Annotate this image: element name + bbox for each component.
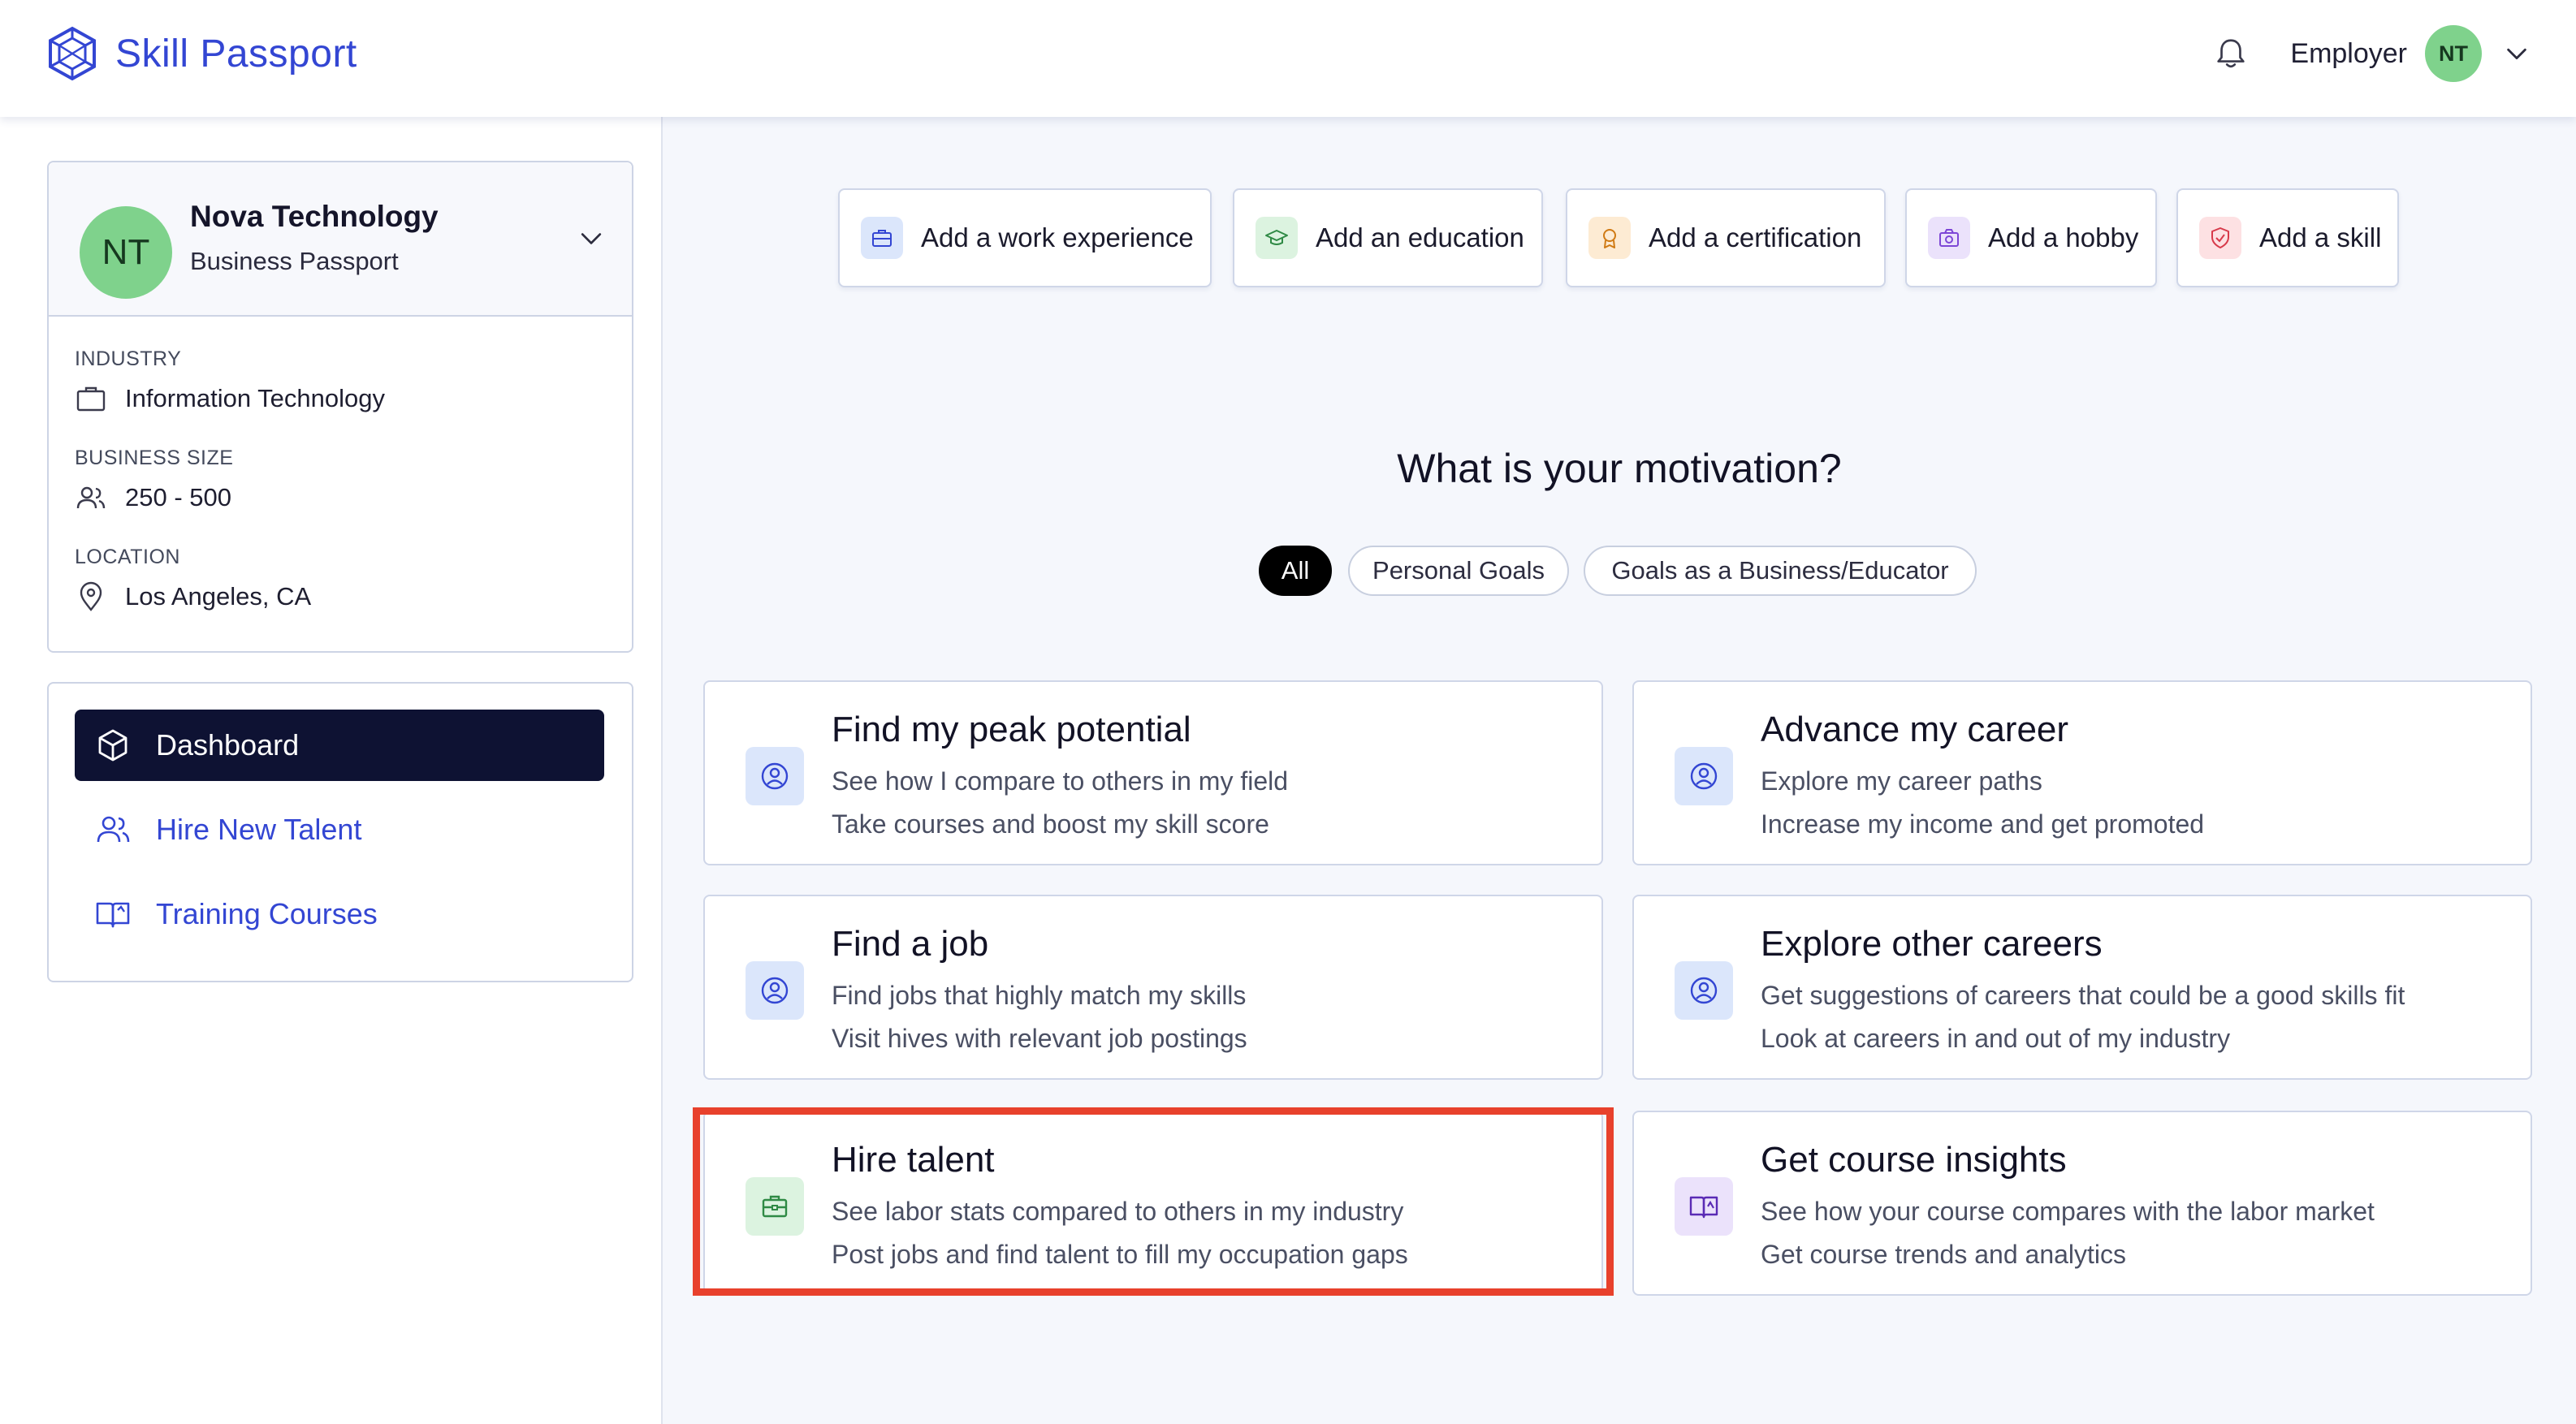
goal-description: Get course trends and analytics: [1761, 1240, 2127, 1269]
goal-card-hire-talent[interactable]: Hire talent See labor stats compared to …: [703, 1111, 1603, 1296]
goal-title: Advance my career: [1761, 710, 2069, 749]
quick-action-label: Add a certification: [1649, 222, 1862, 252]
goal-description: Explore my career paths: [1761, 766, 2042, 796]
sidebar-item-label: Training Courses: [156, 897, 378, 930]
sidebar-item-dashboard[interactable]: Dashboard: [75, 710, 604, 781]
filter-personal-goals[interactable]: Personal Goals: [1348, 546, 1569, 596]
business-profile-card: NT Nova Technology Business Passport IND…: [47, 161, 633, 653]
users-icon: [76, 486, 106, 509]
sidebar-item-hire-new-talent[interactable]: Hire New Talent: [75, 794, 604, 865]
goal-description: Increase my income and get promoted: [1761, 809, 2205, 839]
user-circle-icon: [746, 747, 804, 805]
sidebar-item-label: Dashboard: [156, 728, 300, 762]
business-size-label: BUSINESS SIZE: [75, 447, 234, 469]
business-size-block: BUSINESS SIZE 250 - 500: [75, 447, 233, 514]
goal-description: See how I compare to others in my field: [832, 766, 1289, 796]
goal-description: See labor stats compared to others in my…: [832, 1197, 1404, 1226]
passport-type: Business Passport: [190, 247, 399, 275]
goal-description: Visit hives with relevant job postings: [832, 1024, 1247, 1053]
book-open-icon: [1675, 1177, 1733, 1236]
chevron-down-icon[interactable]: [2503, 40, 2531, 67]
company-avatar: NT: [80, 206, 172, 299]
profile-header[interactable]: NT Nova Technology Business Passport: [49, 162, 632, 317]
business-size-value: 250 - 500: [125, 483, 231, 511]
goal-card-find-peak-potential[interactable]: Find my peak potential See how I compare…: [703, 680, 1603, 865]
industry-block: INDUSTRY Information Technology: [75, 347, 385, 415]
goal-description: Take courses and boost my skill score: [832, 809, 1269, 839]
goal-title: Get course insights: [1761, 1140, 2067, 1180]
quick-action-label: Add a work experience: [921, 222, 1194, 252]
add-certification-button[interactable]: Add a certification: [1566, 188, 1886, 287]
brand-name: Skill Passport: [115, 32, 357, 76]
briefcase-icon: [746, 1177, 804, 1236]
user-circle-icon: [1675, 747, 1733, 805]
add-education-button[interactable]: Add an education: [1233, 188, 1543, 287]
left-sidebar: NT Nova Technology Business Passport IND…: [0, 117, 663, 1424]
goal-description: Get suggestions of careers that could be…: [1761, 981, 2405, 1010]
location-value: Los Angeles, CA: [125, 582, 312, 611]
goal-description: Post jobs and find talent to fill my occ…: [832, 1240, 1408, 1269]
chevron-down-icon[interactable]: [575, 222, 607, 255]
cube-icon: [98, 729, 128, 762]
goal-title: Explore other careers: [1761, 924, 2103, 964]
notification-bell-icon[interactable]: [2212, 35, 2250, 72]
goal-card-find-job[interactable]: Find a job Find jobs that highly match m…: [703, 895, 1603, 1080]
quick-action-label: Add a hobby: [1988, 222, 2139, 252]
book-open-icon: [96, 902, 130, 928]
award-icon: [1588, 217, 1631, 259]
location-label: LOCATION: [75, 546, 180, 568]
goal-description: See how your course compares with the la…: [1761, 1197, 2375, 1226]
filter-all[interactable]: All: [1259, 546, 1332, 596]
goal-title: Find a job: [832, 924, 989, 964]
users-icon: [97, 816, 130, 843]
top-bar: Skill Passport Employer NT: [0, 0, 2576, 117]
brand-logo[interactable]: Skill Passport: [44, 23, 357, 84]
map-pin-icon: [80, 581, 102, 611]
industry-label: INDUSTRY: [75, 347, 182, 370]
location-block: LOCATION Los Angeles, CA: [75, 546, 311, 613]
filter-business-educator-goals[interactable]: Goals as a Business/Educator: [1584, 546, 1977, 596]
camera-icon: [1928, 217, 1970, 259]
goal-card-advance-career[interactable]: Advance my career Explore my career path…: [1632, 680, 2532, 865]
account-area: Employer NT: [2212, 23, 2531, 84]
user-circle-icon: [746, 961, 804, 1020]
goal-description: Find jobs that highly match my skills: [832, 981, 1247, 1010]
add-hobby-button[interactable]: Add a hobby: [1905, 188, 2157, 287]
add-work-experience-button[interactable]: Add a work experience: [838, 188, 1212, 287]
goal-title: Find my peak potential: [832, 710, 1191, 749]
sidebar-item-label: Hire New Talent: [156, 813, 362, 846]
goal-title: Hire talent: [832, 1140, 995, 1180]
sidebar-nav: Dashboard Hire New Talent Training Cours…: [47, 682, 633, 982]
role-label[interactable]: Employer: [2290, 38, 2407, 70]
goal-card-course-insights[interactable]: Get course insights See how your course …: [1632, 1111, 2532, 1296]
goal-description: Look at careers in and out of my industr…: [1761, 1024, 2231, 1053]
briefcase-icon: [76, 386, 106, 412]
goal-card-explore-careers[interactable]: Explore other careers Get suggestions of…: [1632, 895, 2532, 1080]
user-circle-icon: [1675, 961, 1733, 1020]
shield-check-icon: [2199, 217, 2241, 259]
hexagon-logo-icon: [49, 26, 96, 81]
motivation-heading: What is your motivation?: [1397, 446, 1842, 491]
user-avatar[interactable]: NT: [2425, 25, 2482, 82]
quick-action-label: Add an education: [1316, 222, 1524, 252]
company-name: Nova Technology: [190, 200, 439, 233]
graduation-cap-icon: [1256, 217, 1298, 259]
add-skill-button[interactable]: Add a skill: [2176, 188, 2399, 287]
industry-value: Information Technology: [125, 384, 385, 412]
quick-action-label: Add a skill: [2259, 222, 2382, 252]
sidebar-item-training-courses[interactable]: Training Courses: [75, 878, 604, 950]
briefcase-icon: [861, 217, 903, 259]
